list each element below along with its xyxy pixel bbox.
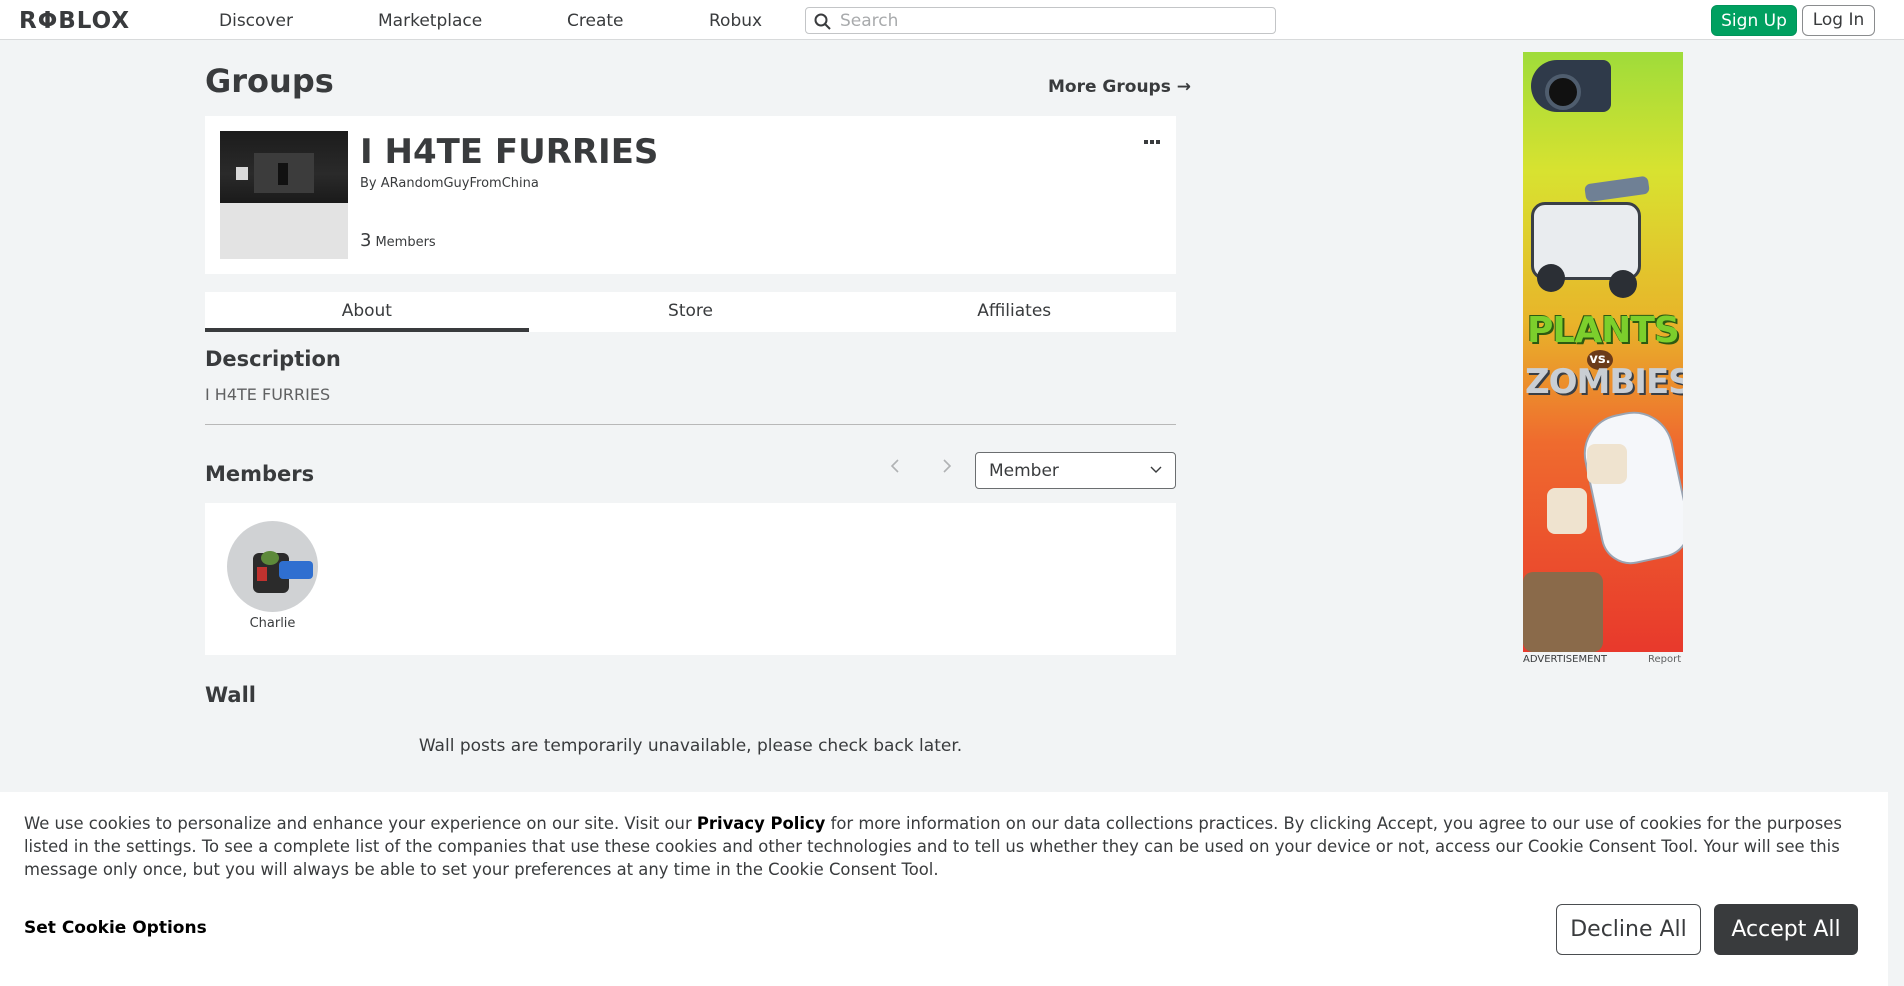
members-title: Members [205,462,315,486]
tab-affiliates[interactable]: Affiliates [852,292,1176,332]
member-count: 3 Members [360,230,436,251]
group-emblem [220,131,348,259]
nav-marketplace[interactable]: Marketplace [378,11,482,31]
avatar[interactable] [227,521,318,612]
wall-unavailable-message: Wall posts are temporarily unavailable, … [418,736,963,756]
description-text: I H4TE FURRIES [205,385,331,404]
sign-up-button[interactable]: Sign Up [1711,5,1797,36]
owner-link[interactable]: ARandomGuyFromChina [381,176,539,191]
owner-prefix: By [360,176,377,191]
cookie-text-pre: We use cookies to personalize and enhanc… [24,814,697,833]
tab-about[interactable]: About [205,292,529,332]
search-box[interactable] [805,7,1276,34]
roblox-logo[interactable]: RΦBLOX [19,8,130,34]
search-icon [814,13,831,30]
ad-brand-bottom: ZOMBIES [1525,362,1683,402]
nav-discover[interactable]: Discover [219,11,293,31]
wall-title: Wall [205,683,256,707]
ad-brand-top: PLANTS [1527,310,1680,351]
group-tabs: About Store Affiliates [205,292,1176,332]
advertisement-label: ADVERTISEMENT [1523,654,1608,665]
cookie-banner: We use cookies to personalize and enhanc… [0,792,1888,986]
more-dots-icon[interactable] [1144,130,1160,149]
group-owner: By ARandomGuyFromChina [360,176,539,191]
accept-all-button[interactable]: Accept All [1714,904,1858,955]
nav-robux[interactable]: Robux [709,11,762,31]
member-name[interactable]: Charlie [227,616,318,631]
search-input[interactable] [840,10,1260,31]
log-in-button[interactable]: Log In [1802,5,1875,36]
set-cookie-options-button[interactable]: Set Cookie Options [24,918,207,938]
top-navigation-bar: RΦBLOX Discover Marketplace Create Robux… [0,0,1904,40]
cookie-text: We use cookies to personalize and enhanc… [24,812,1874,881]
nav-create[interactable]: Create [567,11,624,31]
members-list: Charlie [205,503,1176,655]
scrollbar-track[interactable] [1888,40,1904,986]
privacy-policy-link[interactable]: Privacy Policy [697,814,825,833]
role-select[interactable]: Member [975,452,1176,489]
camera-illustration [1531,60,1611,112]
more-groups-link[interactable]: More Groups → [1048,77,1191,97]
chevron-down-icon [1150,466,1162,473]
member-count-label: Members [375,235,436,250]
page-title: Groups [205,62,334,100]
section-divider [205,424,1176,425]
tab-store[interactable]: Store [529,292,853,332]
advertisement-banner[interactable]: PLANTS vs. ZOMBIES [1523,52,1683,652]
member-count-value: 3 [360,230,372,251]
role-select-value: Member [989,461,1059,481]
chevron-right-icon[interactable] [941,455,953,479]
group-name: I H4TE FURRIES [360,132,659,172]
decline-all-button[interactable]: Decline All [1556,904,1701,955]
group-header-card: I H4TE FURRIES By ARandomGuyFromChina 3M… [205,116,1176,274]
description-title: Description [205,347,341,371]
ad-report-link[interactable]: Report [1648,654,1681,665]
chevron-left-icon[interactable] [889,455,901,479]
